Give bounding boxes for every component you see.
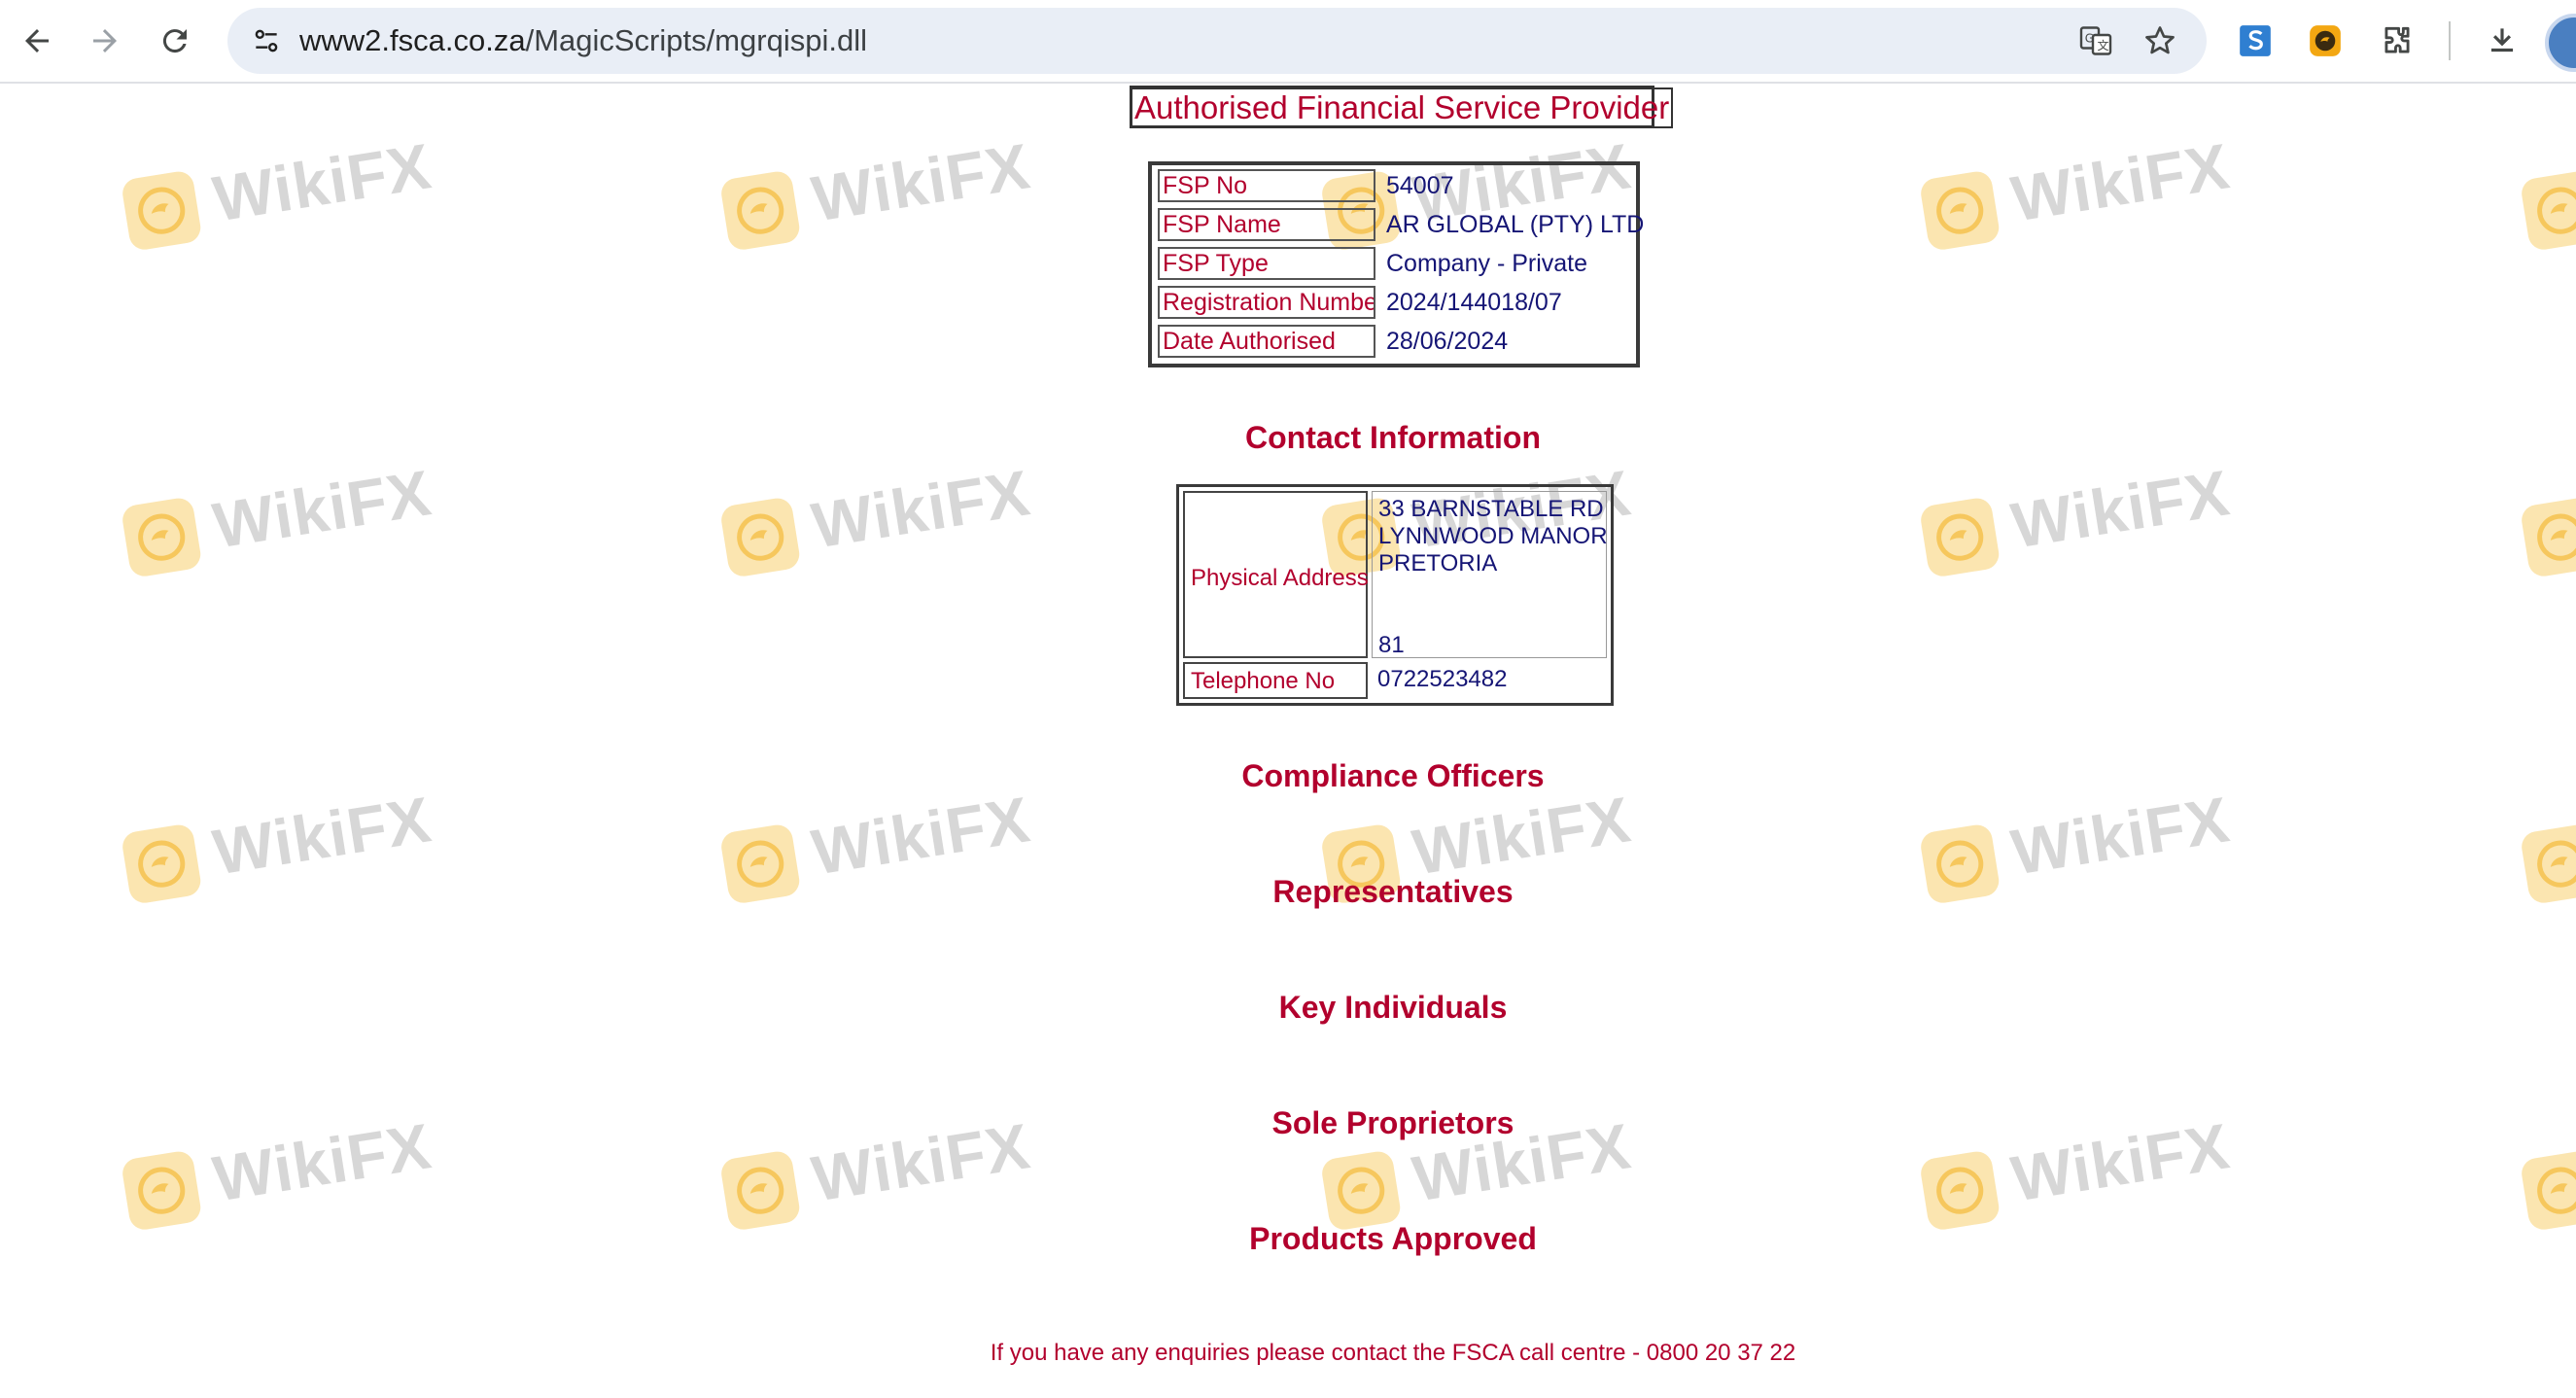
site-info-button[interactable] [241,16,292,66]
reload-button[interactable] [148,14,202,68]
wikifx-logo-icon [120,1149,203,1232]
fsp-name-value: AR GLOBAL (PTY) LTD [1386,211,1645,238]
translate-button[interactable]: G 文 [2071,16,2121,66]
svg-text:G: G [2085,32,2094,46]
registration-number-label: Registration Number [1158,286,1375,319]
table-row: FSP Name AR GLOBAL (PTY) LTD [1158,208,1644,241]
registration-number-value: 2024/144018/07 [1386,289,1562,316]
page-content: WikiFX WikiFX WikiFX WikiFX WikiFX WikiF… [0,84,2576,1398]
key-individuals-heading: Key Individuals [1278,990,1508,1025]
tune-icon [255,29,278,52]
fsp-type-label: FSP Type [1158,247,1375,280]
wikifx-logo-icon [1918,169,2002,252]
table-row: FSP Type Company - Private [1158,247,1634,280]
table-row: FSP No 54007 [1158,169,1634,202]
downloads-button[interactable] [2477,16,2527,66]
extensions-menu-button[interactable] [2372,16,2422,66]
physical-address-value-cell: 33 BARNSTABLE RD LYNNWOOD MANOR PRETORIA… [1372,491,1608,658]
wikifx-logo-icon [2519,169,2576,252]
browser-toolbar: www2.fsca.co.za/MagicScripts/mgrqispi.dl… [0,0,2576,84]
footer-enquiries-note: If you have any enquiries please contact… [990,1340,1796,1366]
arrow-left-icon [25,29,49,52]
toolbar-separator [2449,21,2451,60]
contact-information-heading: Contact Information [1245,420,1541,455]
wikifx-extension-icon [2310,25,2341,56]
physical-address-label: Physical Address [1191,565,1369,591]
address-line: LYNNWOOD MANOR [1378,523,1608,549]
url-path: /MagicScripts/mgrqispi.dll [525,23,868,57]
address-postal-code: 81 [1378,632,1405,658]
extension-wikifx-button[interactable] [2300,16,2350,66]
extension-s-button[interactable] [2230,16,2280,66]
contact-table: Physical Address 33 BARNSTABLE RD LYNNWO… [1176,484,1614,706]
wikifx-logo-icon [718,496,802,578]
fsp-no-label: FSP No [1158,169,1375,202]
watermark: WikiFX [119,447,441,592]
reload-icon [162,29,187,53]
date-authorised-value: 28/06/2024 [1386,328,1509,355]
physical-address-label-cell: Physical Address [1183,491,1369,658]
address-line: 33 BARNSTABLE RD [1378,496,1604,522]
wikifx-logo-icon [1918,496,2002,578]
wikifx-logo-icon [2519,1149,2576,1232]
telephone-label-cell: Telephone No [1183,662,1368,699]
wikifx-logo-icon [2519,496,2576,578]
fsp-name-label: FSP Name [1158,208,1375,241]
products-approved-heading: Products Approved [1249,1221,1537,1256]
address-line: PRETORIA [1378,550,1498,577]
wikifx-logo-icon [718,169,802,252]
watermark: WikiFX [1917,121,2240,265]
watermark: WikiFX [119,121,441,265]
wikifx-logo-icon [120,496,203,578]
watermark: WikiFX [717,121,1040,265]
wikifx-logo-icon [1319,1149,1403,1232]
watermark [2518,121,2576,265]
fsp-no-value: 54007 [1386,172,1454,199]
fsp-details-table: FSP No 54007 FSP Name AR GLOBAL (PTY) LT… [1148,161,1644,367]
forward-button[interactable] [78,14,132,68]
page-title-box: Authorised Financial Service Provider [1130,86,1674,128]
star-icon [2145,26,2175,54]
url-host: www2.fsca.co.za [299,23,526,57]
back-button[interactable] [10,14,64,68]
telephone-value: 0722523482 [1377,666,1508,692]
fsp-type-value: Company - Private [1386,250,1588,277]
sole-proprietors-heading: Sole Proprietors [1271,1105,1514,1140]
watermark [2518,447,2576,592]
representatives-heading: Representatives [1272,874,1514,909]
date-authorised-label: Date Authorised [1158,325,1375,358]
profile-avatar[interactable] [2545,14,2576,72]
watermark: WikiFX [1917,447,2240,592]
page-title: Authorised Financial Service Provider [1130,87,1674,128]
svg-text:文: 文 [2098,38,2109,52]
table-row: Registration Number 2024/144018/07 [1158,286,1634,319]
wikifx-logo-icon [718,1149,802,1232]
url-text[interactable]: www2.fsca.co.za/MagicScripts/mgrqispi.dl… [299,8,867,74]
s-extension-icon [2240,25,2271,56]
translate-icon: G 文 [2079,26,2112,55]
compliance-officers-heading: Compliance Officers [1241,758,1545,793]
bookmark-button[interactable] [2135,16,2185,66]
table-row: Date Authorised 28/06/2024 [1158,325,1634,358]
wikifx-logo-icon [120,169,203,252]
wikifx-logo-icon [1918,1149,2002,1232]
arrow-right-icon [93,29,117,52]
telephone-label: Telephone No [1191,668,1336,694]
watermark: WikiFX [717,447,1040,592]
address-bar[interactable]: www2.fsca.co.za/MagicScripts/mgrqispi.dl… [227,8,2207,74]
puzzle-icon [2385,26,2410,53]
download-icon [2490,28,2514,52]
